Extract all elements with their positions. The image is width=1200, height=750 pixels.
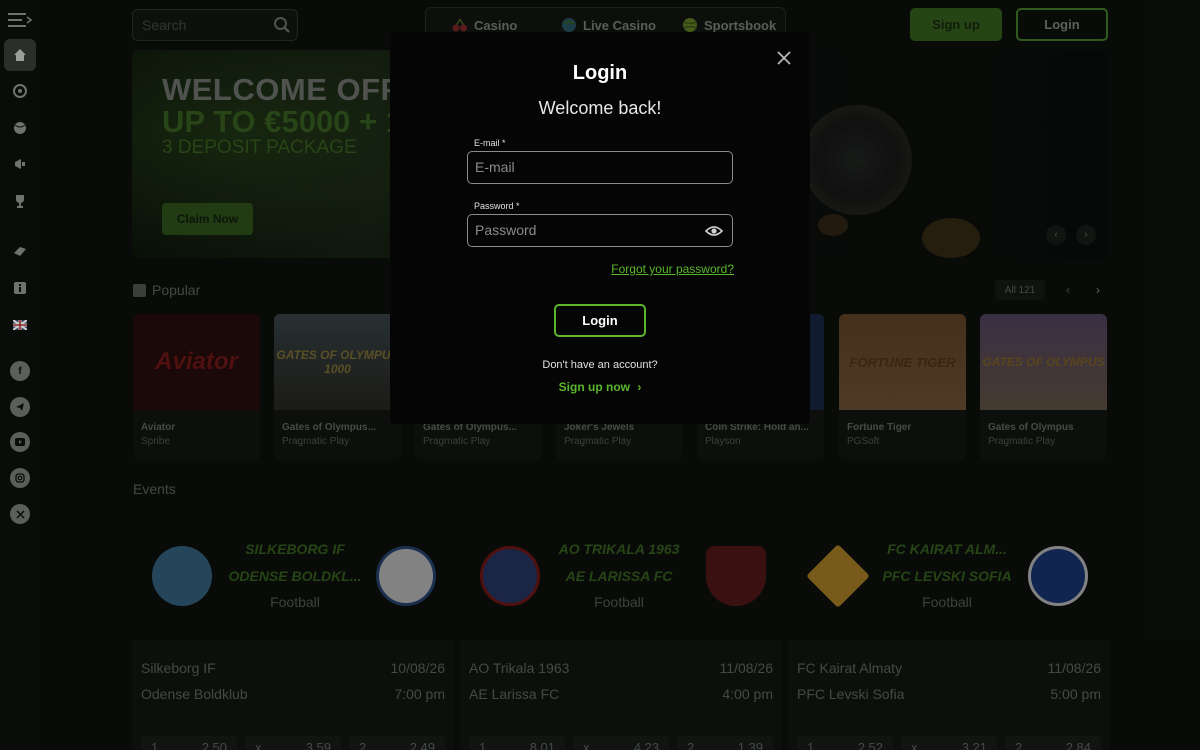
email-input[interactable] — [475, 159, 695, 175]
email-label: E-mail * — [474, 138, 506, 148]
password-label: Password * — [474, 201, 520, 211]
megaphone-icon[interactable] — [8, 152, 32, 176]
trophy-icon[interactable] — [8, 189, 32, 213]
sportsbook-icon[interactable] — [8, 239, 32, 263]
telegram-icon[interactable] — [10, 397, 30, 417]
menu-icon[interactable] — [7, 8, 33, 32]
instagram-icon[interactable] — [10, 468, 30, 488]
sports-ball-icon[interactable] — [8, 116, 32, 140]
home-icon[interactable] — [4, 39, 36, 71]
x-icon[interactable] — [10, 504, 30, 524]
forgot-password-link[interactable]: Forgot your password? — [611, 262, 734, 276]
sidebar: f — [0, 0, 40, 750]
uk-flag-icon[interactable] — [8, 313, 32, 337]
login-submit-button[interactable]: Login — [554, 304, 646, 337]
modal-subtitle: Welcome back! — [538, 98, 662, 118]
facebook-icon[interactable]: f — [10, 361, 30, 381]
youtube-icon[interactable] — [10, 432, 30, 452]
signup-now-link[interactable]: Sign up now › — [390, 380, 810, 394]
email-field[interactable] — [467, 151, 733, 184]
password-field[interactable] — [467, 214, 733, 247]
login-modal: Login Welcome back! E-mail * Password * … — [390, 32, 810, 424]
info-icon[interactable] — [8, 276, 32, 300]
no-account-text: Don't have an account? — [542, 359, 658, 371]
eye-icon[interactable] — [705, 224, 723, 238]
modal-title: Login — [572, 62, 628, 84]
casino-chip-icon[interactable] — [8, 79, 32, 103]
signup-now-label: Sign up now — [558, 380, 630, 394]
chevron-right-icon: › — [637, 380, 642, 394]
password-input[interactable] — [475, 222, 695, 238]
